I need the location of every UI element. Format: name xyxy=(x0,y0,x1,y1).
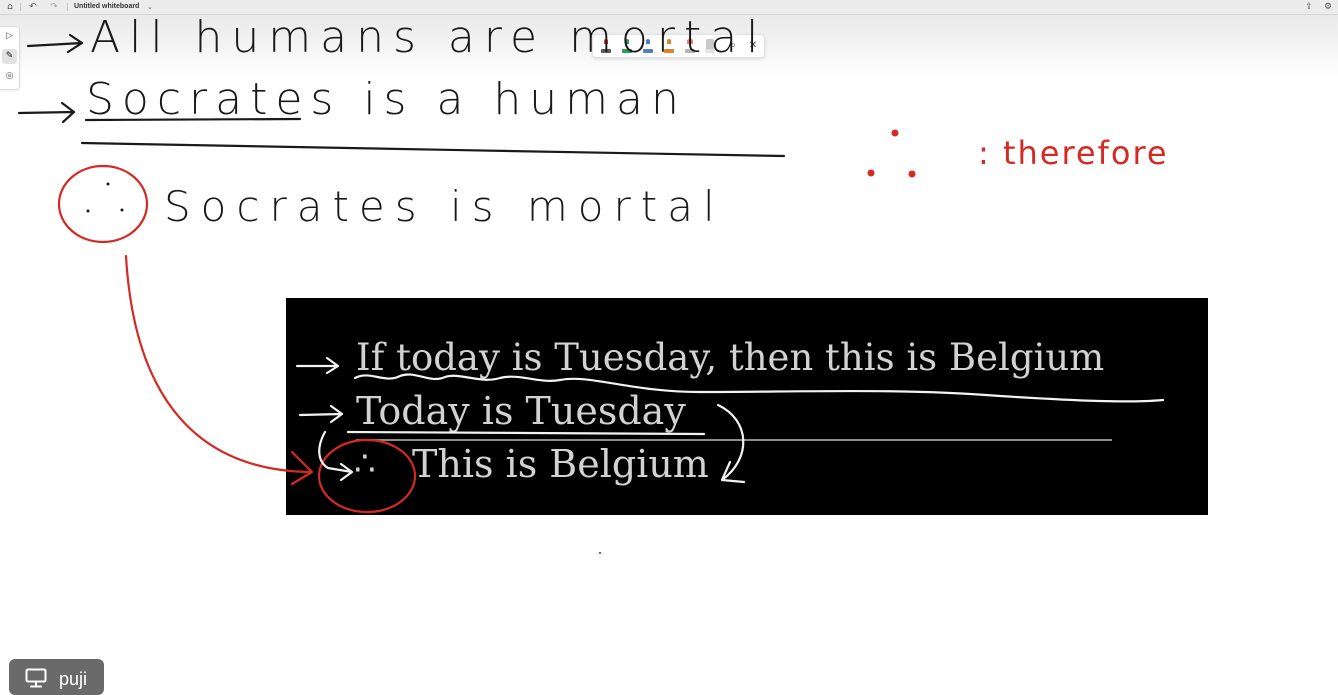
handwritten-premise-1: All humans are mortal xyxy=(90,12,767,63)
monitor-icon xyxy=(25,668,47,688)
circle-therefore-handwritten xyxy=(57,164,149,244)
red-therefore-dot xyxy=(908,170,916,178)
arrow-slide-conclusion xyxy=(318,430,354,482)
red-therefore-dot xyxy=(891,129,899,137)
stray-dot xyxy=(599,552,601,554)
handwritten-premise-2: Socrates is a human xyxy=(86,74,687,125)
premise-conclusion-divider xyxy=(80,141,786,158)
connector-arrowhead xyxy=(290,450,314,486)
connector-arrow xyxy=(124,254,312,474)
white-ink xyxy=(295,356,1165,484)
monitor-stand xyxy=(30,681,42,688)
therefore-dot xyxy=(86,209,90,213)
wavy-underline-premise-1 xyxy=(353,373,1165,403)
ink-layer: All humans are mortal Socrates is a huma… xyxy=(17,12,1169,554)
circle-therefore-slide xyxy=(317,438,417,514)
presenter-name: puji xyxy=(59,669,88,689)
handwritten-text: All humans are mortal Socrates is a huma… xyxy=(86,12,1169,231)
underline-premise-2 xyxy=(84,117,302,122)
underline-premise-2-slide xyxy=(346,430,706,436)
therefore-dot xyxy=(106,182,110,186)
arrow-slide-premise-1 xyxy=(295,356,340,375)
arrow-premise-1 xyxy=(26,33,84,54)
handwritten-therefore-label: : therefore xyxy=(978,134,1169,172)
therefore-dot xyxy=(120,208,124,212)
presenter-badge[interactable]: puji xyxy=(9,659,104,695)
bracket-arrow xyxy=(716,403,746,484)
red-therefore-dot xyxy=(867,169,875,177)
arrow-slide-premise-2 xyxy=(298,404,344,424)
monitor-screen xyxy=(25,668,47,683)
handwritten-conclusion: Socrates is mortal xyxy=(164,182,725,231)
arrow-premise-2 xyxy=(17,101,76,124)
